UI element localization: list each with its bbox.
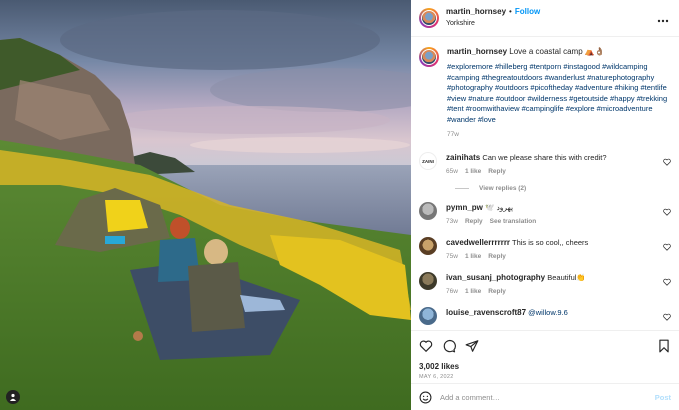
comment-item: cavedwellerrrrrrr This is so cool,, chee… — [419, 237, 671, 262]
commenter-avatar[interactable]: ZAINI — [419, 152, 437, 170]
comment-text: 🕊️ پهرود — [485, 203, 514, 212]
comment-username[interactable]: ivan_susanj_photography — [446, 273, 545, 282]
comment-time[interactable]: 73w — [446, 218, 458, 225]
comment-item: louise_ravenscroft87 @willow.9.6 — [419, 307, 671, 325]
author-avatar[interactable] — [419, 8, 439, 28]
more-horizontal-icon[interactable] — [657, 12, 669, 26]
comment-likes[interactable]: 1 like — [465, 253, 481, 260]
comment-item: pymn_pw 🕊️ پهرود 73w Reply See translation — [419, 202, 671, 227]
comment-item: ivan_susanj_photography Beautiful👏 76w 1 … — [419, 272, 671, 297]
post-header: martin_hornsey • Follow Yorkshire — [411, 0, 679, 37]
comment-username[interactable]: zainihats — [446, 153, 480, 162]
caption-text: Love a coastal camp ⛺👌🏽 — [509, 47, 605, 56]
author-username[interactable]: martin_hornsey — [446, 7, 506, 16]
reply-button[interactable]: Reply — [488, 253, 506, 260]
add-comment-bar: Post — [411, 383, 679, 410]
commenter-avatar[interactable] — [419, 202, 437, 220]
comment-text: Beautiful👏 — [547, 273, 586, 282]
comment-text: Can we please share this with credit? — [482, 153, 607, 162]
post-date[interactable]: MAY 6, 2022 — [419, 374, 671, 380]
post-actions: 3,002 likes MAY 6, 2022 — [411, 330, 679, 380]
comment-username[interactable]: louise_ravenscroft87 — [446, 308, 526, 317]
emoji-smiley-icon[interactable] — [419, 391, 432, 404]
like-comment-heart-icon[interactable] — [663, 313, 671, 321]
post-photo[interactable] — [0, 0, 411, 410]
comments-scroll-area[interactable]: martin_hornsey Love a coastal camp ⛺👌🏽 #… — [411, 38, 679, 330]
comment-item: ZAINI zainihats Can we please share this… — [419, 152, 671, 177]
comment-likes[interactable]: 1 like — [465, 288, 481, 295]
commenter-avatar[interactable] — [419, 272, 437, 290]
commenter-avatar[interactable] — [419, 307, 437, 325]
like-comment-heart-icon[interactable] — [663, 278, 671, 286]
comment-text: This is so cool,, cheers — [512, 238, 589, 247]
caption-time[interactable]: 77w — [447, 129, 671, 140]
reply-button[interactable]: Reply — [465, 218, 483, 225]
post-modal: martin_hornsey • Follow Yorkshire martin_h… — [0, 0, 679, 410]
post-comment-button[interactable]: Post — [655, 393, 671, 402]
reply-button[interactable]: Reply — [488, 288, 506, 295]
landscape-photo — [0, 0, 411, 410]
like-comment-heart-icon[interactable] — [663, 158, 671, 166]
caption-avatar[interactable] — [419, 47, 439, 67]
share-paper-plane-icon[interactable] — [465, 339, 479, 353]
save-bookmark-icon[interactable] — [657, 339, 671, 353]
commenter-avatar[interactable] — [419, 237, 437, 255]
like-heart-icon[interactable] — [419, 339, 433, 353]
comment-likes[interactable]: 1 like — [465, 168, 481, 175]
caption-hashtags[interactable]: #exploremore #hilleberg #tentporn #insta… — [447, 62, 671, 125]
see-translation-button[interactable]: See translation — [490, 218, 537, 225]
caption-username[interactable]: martin_hornsey — [447, 47, 507, 56]
comment-time[interactable]: 75w — [446, 253, 458, 260]
reply-button[interactable]: Reply — [488, 168, 506, 175]
like-comment-heart-icon[interactable] — [663, 208, 671, 216]
comment-input[interactable] — [440, 392, 630, 402]
caption: martin_hornsey Love a coastal camp ⛺👌🏽 #… — [419, 46, 671, 140]
comment-username[interactable]: pymn_pw — [446, 203, 483, 212]
post-details-panel: martin_hornsey • Follow Yorkshire martin_h… — [411, 0, 679, 410]
tagged-user-icon[interactable] — [6, 390, 20, 404]
comment-mention[interactable]: @willow.9.6 — [528, 308, 568, 317]
location-link[interactable]: Yorkshire — [446, 18, 540, 30]
comment-time[interactable]: 65w — [446, 168, 458, 175]
comment-username[interactable]: cavedwellerrrrrrr — [446, 238, 510, 247]
like-comment-heart-icon[interactable] — [663, 243, 671, 251]
likes-count[interactable]: 3,002 likes — [419, 362, 671, 371]
separator-dot: • — [509, 7, 512, 16]
follow-button[interactable]: Follow — [515, 7, 540, 16]
view-replies-button[interactable]: View replies (2) — [455, 185, 671, 192]
comment-time[interactable]: 76w — [446, 288, 458, 295]
comment-bubble-icon[interactable] — [442, 339, 456, 353]
